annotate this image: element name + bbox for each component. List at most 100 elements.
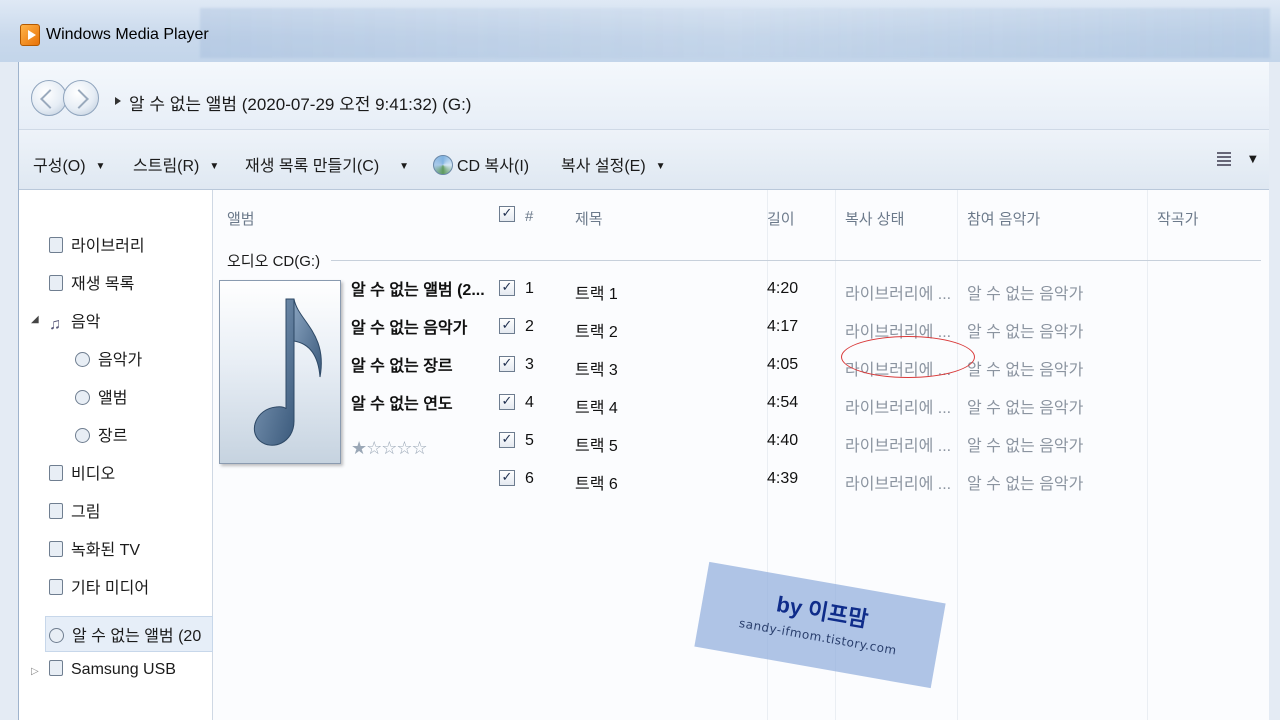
organize-label: 구성(O) bbox=[33, 158, 86, 175]
track-title[interactable]: 트랙 6 bbox=[575, 470, 618, 494]
album-genre[interactable]: 알 수 없는 장르 bbox=[351, 352, 453, 376]
track-number: 1 bbox=[525, 280, 534, 297]
music-note-icon bbox=[254, 298, 322, 446]
group-divider bbox=[331, 260, 1261, 261]
column-header-album[interactable]: 앨범 bbox=[227, 208, 255, 229]
picture-icon bbox=[49, 503, 63, 519]
cd-icon bbox=[49, 628, 64, 643]
back-button[interactable] bbox=[31, 80, 67, 116]
track-checkbox[interactable]: ✓ bbox=[499, 394, 515, 410]
album-icon bbox=[75, 390, 90, 405]
highlight-ellipse bbox=[841, 336, 975, 378]
rip-settings-label: 복사 설정(E) bbox=[561, 158, 646, 175]
track-checkbox[interactable]: ✓ bbox=[499, 356, 515, 372]
contributing-artist[interactable]: 알 수 없는 음악가 bbox=[967, 432, 1083, 456]
rip-cd-button[interactable]: CD 복사(I) bbox=[433, 152, 529, 176]
rip-status: 라이브러리에 ... bbox=[845, 286, 952, 303]
column-header-number[interactable]: # bbox=[525, 208, 533, 225]
sidebar-item-label: 앨범 bbox=[98, 390, 128, 407]
rip-status: 라이브러리에 ... bbox=[845, 400, 952, 417]
playlist-icon bbox=[49, 275, 63, 291]
video-icon bbox=[49, 465, 63, 481]
sidebar-item-album[interactable]: 앨범 bbox=[75, 384, 127, 408]
select-all-checkbox[interactable]: ✓ bbox=[499, 206, 515, 222]
track-title[interactable]: 트랙 5 bbox=[575, 432, 618, 456]
sidebar-item-pictures[interactable]: 그림 bbox=[49, 498, 100, 522]
track-title[interactable]: 트랙 4 bbox=[575, 394, 618, 418]
sidebar-item-playlists[interactable]: 재생 목록 bbox=[49, 270, 134, 294]
contributing-artist[interactable]: 알 수 없는 음악가 bbox=[967, 280, 1083, 304]
track-title[interactable]: 트랙 1 bbox=[575, 280, 618, 304]
contributing-artist[interactable]: 알 수 없는 음악가 bbox=[967, 394, 1083, 418]
column-header-rip-status[interactable]: 복사 상태 bbox=[845, 208, 904, 229]
other-media-icon bbox=[49, 579, 63, 595]
taskbar-blur bbox=[200, 8, 1270, 58]
expand-triangle-icon[interactable]: ◢ bbox=[31, 314, 39, 325]
sidebar-item-label: 알 수 없는 앨범 (20 bbox=[72, 628, 202, 645]
sidebar-item-label: 비디오 bbox=[71, 466, 116, 483]
app-title: Windows Media Player bbox=[46, 26, 209, 43]
album-artist[interactable]: 알 수 없는 음악가 bbox=[351, 314, 467, 338]
album-title[interactable]: 알 수 없는 앨범 (2... bbox=[351, 276, 485, 300]
sidebar-item-videos[interactable]: 비디오 bbox=[49, 460, 115, 484]
column-separator bbox=[957, 190, 958, 720]
contributing-artist[interactable]: 알 수 없는 음악가 bbox=[967, 470, 1083, 494]
sidebar-item-music[interactable]: ♫ 음악 bbox=[49, 308, 100, 333]
sidebar-item-recorded-tv[interactable]: 녹화된 TV bbox=[49, 536, 140, 560]
sidebar-item-samsung-usb[interactable]: Samsung USB bbox=[49, 660, 176, 679]
view-options-icon[interactable] bbox=[1217, 150, 1235, 168]
toolbar: 구성(O) ▼ 스트림(R) ▼ 재생 목록 만들기(C) ▼ CD 복사(I) 복사… bbox=[19, 130, 1269, 190]
sidebar-item-cd-album[interactable]: 알 수 없는 앨범 (20 bbox=[49, 622, 201, 646]
nav-row: 알 수 없는 앨범 (2020-07-29 오전 9:41:32) (G:) bbox=[19, 62, 1269, 130]
stream-menu[interactable]: 스트림(R) ▼ bbox=[133, 152, 219, 176]
column-header-length[interactable]: 길이 bbox=[767, 208, 795, 229]
track-checkbox[interactable]: ✓ bbox=[499, 432, 515, 448]
column-header-composer[interactable]: 작곡가 bbox=[1157, 208, 1198, 229]
rip-settings-menu[interactable]: 복사 설정(E) ▼ bbox=[561, 152, 666, 176]
album-art[interactable] bbox=[219, 280, 341, 464]
track-number: 5 bbox=[525, 432, 534, 449]
create-playlist-menu[interactable]: 재생 목록 만들기(C) ▼ bbox=[245, 152, 409, 176]
sidebar-item-label: 장르 bbox=[98, 428, 128, 445]
track-checkbox[interactable]: ✓ bbox=[499, 470, 515, 486]
track-title[interactable]: 트랙 2 bbox=[575, 318, 618, 342]
collapsed-triangle-icon[interactable]: ▷ bbox=[31, 666, 39, 677]
music-note-icon: ♫ bbox=[49, 316, 61, 333]
track-length: 4:05 bbox=[767, 356, 799, 373]
stream-label: 스트림(R) bbox=[133, 158, 200, 175]
rating-stars[interactable]: ★☆☆☆☆ bbox=[351, 438, 428, 459]
breadcrumb[interactable]: 알 수 없는 앨범 (2020-07-29 오전 9:41:32) (G:) bbox=[129, 90, 471, 115]
tv-icon bbox=[49, 541, 63, 557]
album-year[interactable]: 알 수 없는 연도 bbox=[351, 390, 453, 414]
breadcrumb-arrow-icon[interactable] bbox=[115, 97, 121, 105]
sidebar-item-genre[interactable]: 장르 bbox=[75, 422, 127, 446]
track-length: 4:54 bbox=[767, 394, 799, 411]
chevron-down-icon: ▼ bbox=[209, 161, 220, 172]
chevron-down-icon[interactable]: ▼ bbox=[1249, 154, 1257, 165]
contributing-artist[interactable]: 알 수 없는 음악가 bbox=[967, 356, 1083, 380]
sidebar-item-other-media[interactable]: 기타 미디어 bbox=[49, 574, 149, 598]
track-length: 4:39 bbox=[767, 470, 799, 487]
sidebar-item-label: 라이브러리 bbox=[71, 238, 145, 255]
sidebar-item-label: 기타 미디어 bbox=[71, 580, 150, 597]
sidebar-item-library[interactable]: 라이브러리 bbox=[49, 232, 145, 256]
track-number: 6 bbox=[525, 470, 534, 487]
create-playlist-label: 재생 목록 만들기(C) bbox=[245, 158, 380, 175]
track-checkbox[interactable]: ✓ bbox=[499, 280, 515, 296]
cd-icon bbox=[433, 155, 453, 175]
chevron-down-icon: ▼ bbox=[655, 161, 666, 172]
column-header-contributing-artist[interactable]: 참여 음악가 bbox=[967, 208, 1040, 229]
track-length: 4:20 bbox=[767, 280, 799, 297]
track-number: 2 bbox=[525, 318, 534, 335]
forward-button[interactable] bbox=[63, 80, 99, 116]
column-header-title[interactable]: 제목 bbox=[575, 208, 603, 229]
media-player-icon bbox=[20, 24, 40, 46]
title-bar: Windows Media Player bbox=[0, 0, 1280, 62]
track-checkbox[interactable]: ✓ bbox=[499, 318, 515, 334]
organize-menu[interactable]: 구성(O) ▼ bbox=[33, 152, 105, 176]
sidebar-item-label: 음악가 bbox=[98, 352, 143, 369]
sidebar-item-artist[interactable]: 음악가 bbox=[75, 346, 142, 370]
track-title[interactable]: 트랙 3 bbox=[575, 356, 618, 380]
contributing-artist[interactable]: 알 수 없는 음악가 bbox=[967, 318, 1083, 342]
chevron-down-icon: ▼ bbox=[399, 161, 410, 172]
